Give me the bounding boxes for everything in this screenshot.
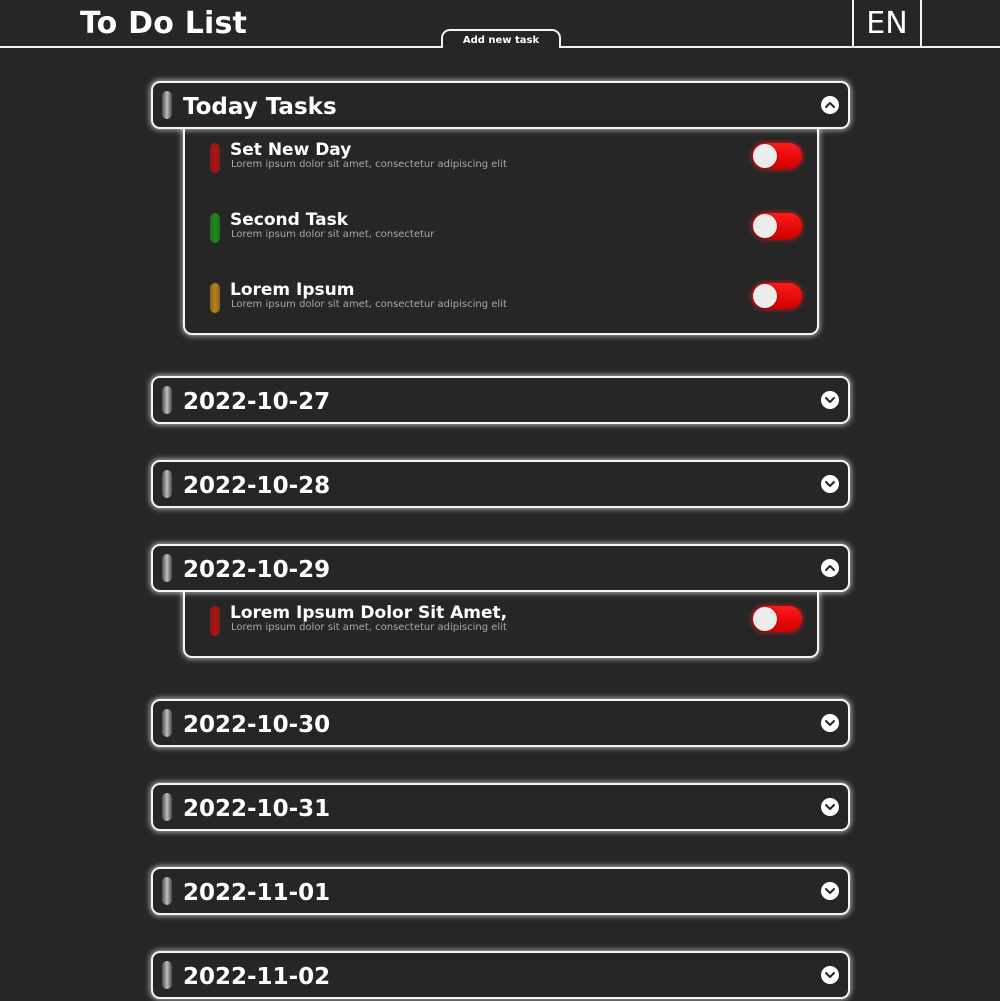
chevron-down-icon[interactable] — [821, 391, 839, 409]
task-item: Lorem Ipsum Dolor Sit Amet, Lorem ipsum d… — [185, 603, 817, 645]
language-switch-button[interactable]: EN — [852, 0, 922, 48]
section-title: Today Tasks — [183, 94, 337, 120]
task-priority-indicator — [210, 213, 220, 243]
grip-handle-icon[interactable] — [162, 554, 172, 582]
task-description: Lorem ipsum dolor sit amet, consectetur … — [231, 159, 507, 170]
grip-handle-icon[interactable] — [162, 386, 172, 414]
add-new-task-button[interactable]: Add new task — [441, 29, 561, 48]
task-description: Lorem ipsum dolor sit amet, consectetur … — [231, 622, 507, 633]
section-title: 2022-10-28 — [183, 473, 331, 499]
grip-handle-icon[interactable] — [162, 877, 172, 905]
task-item: Set New Day Lorem ipsum dolor sit amet, c… — [185, 140, 817, 182]
section-task-list: Lorem Ipsum Dolor Sit Amet, Lorem ipsum d… — [183, 590, 819, 658]
app-title: To Do List — [80, 6, 248, 41]
section-title: 2022-11-02 — [183, 964, 331, 990]
grip-handle-icon[interactable] — [162, 91, 172, 119]
task-priority-indicator — [210, 606, 220, 636]
toggle-knob — [753, 214, 777, 238]
grip-handle-icon[interactable] — [162, 709, 172, 737]
section-title: 2022-10-27 — [183, 389, 331, 415]
section-header[interactable]: 2022-11-02 — [151, 951, 850, 999]
grip-handle-icon[interactable] — [162, 793, 172, 821]
section-task-list: Set New Day Lorem ipsum dolor sit amet, c… — [183, 127, 819, 335]
section-header[interactable]: 2022-10-28 — [151, 460, 850, 508]
chevron-up-icon[interactable] — [821, 559, 839, 577]
task-item: Lorem Ipsum Lorem ipsum dolor sit amet, c… — [185, 280, 817, 322]
toggle-knob — [753, 144, 777, 168]
chevron-down-icon[interactable] — [821, 798, 839, 816]
section-header[interactable]: Today Tasks — [151, 81, 850, 129]
task-item: Second Task Lorem ipsum dolor sit amet, c… — [185, 210, 817, 252]
section-title: 2022-11-01 — [183, 880, 331, 906]
section-title: 2022-10-31 — [183, 796, 331, 822]
toggle-knob — [753, 284, 777, 308]
toggle-knob — [753, 607, 777, 631]
chevron-up-icon[interactable] — [821, 96, 839, 114]
task-complete-toggle[interactable] — [752, 143, 802, 169]
app-header: To Do List Add new task EN — [0, 0, 1000, 48]
grip-handle-icon[interactable] — [162, 470, 172, 498]
section-header[interactable]: 2022-10-29 — [151, 544, 850, 592]
section-header[interactable]: 2022-10-31 — [151, 783, 850, 831]
task-priority-indicator — [210, 143, 220, 173]
task-complete-toggle[interactable] — [752, 283, 802, 309]
task-description: Lorem ipsum dolor sit amet, consectetur — [231, 229, 435, 240]
section-header[interactable]: 2022-11-01 — [151, 867, 850, 915]
task-priority-indicator — [210, 283, 220, 313]
chevron-down-icon[interactable] — [821, 966, 839, 984]
chevron-down-icon[interactable] — [821, 475, 839, 493]
chevron-down-icon[interactable] — [821, 714, 839, 732]
grip-handle-icon[interactable] — [162, 961, 172, 989]
task-complete-toggle[interactable] — [752, 606, 802, 632]
section-title: 2022-10-30 — [183, 712, 331, 738]
task-description: Lorem ipsum dolor sit amet, consectetur … — [231, 299, 507, 310]
chevron-down-icon[interactable] — [821, 882, 839, 900]
section-header[interactable]: 2022-10-30 — [151, 699, 850, 747]
task-complete-toggle[interactable] — [752, 213, 802, 239]
section-title: 2022-10-29 — [183, 557, 331, 583]
section-header[interactable]: 2022-10-27 — [151, 376, 850, 424]
